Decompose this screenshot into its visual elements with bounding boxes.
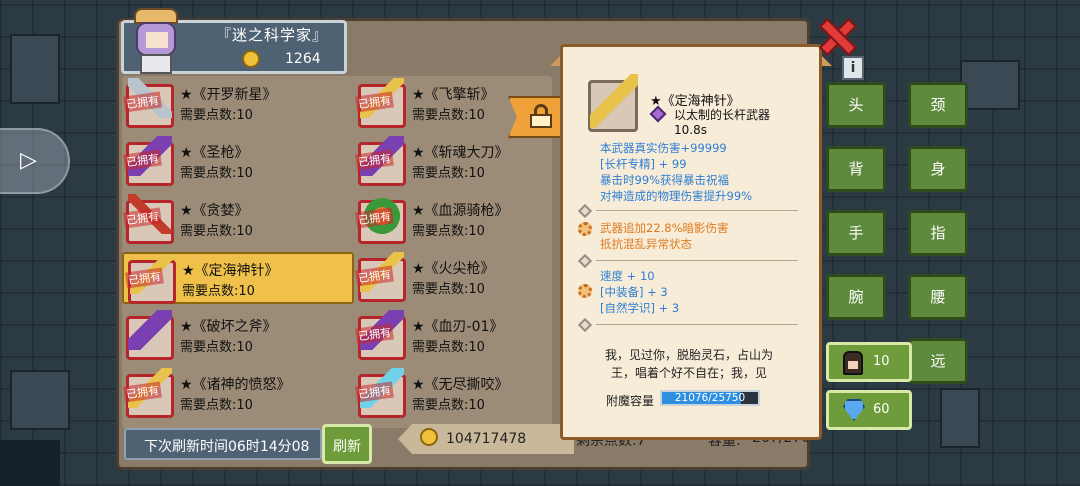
detail-stat: [中装备] + 3	[600, 285, 668, 299]
background-floor-grate	[0, 440, 60, 486]
item-card[interactable]: 已拥有 ★《定海神针》 需要点数:10	[122, 252, 354, 304]
info-icon[interactable]: i	[842, 56, 864, 80]
item-name: ★《定海神针》	[182, 263, 279, 279]
background-machine	[940, 388, 980, 448]
detail-speed: 10.8s	[674, 123, 707, 137]
item-card[interactable]: 已拥有 ★《诸神的愤怒》 需要点数:10	[122, 368, 354, 420]
item-cost: 需要点数:10	[180, 398, 253, 413]
item-name: ★《飞擎斩》	[412, 87, 495, 103]
equip-slot-neck[interactable]: 颈	[908, 82, 968, 128]
gear-icon	[578, 284, 592, 298]
item-card[interactable]: 已拥有 ★《无尽撕咬》 需要点数:10	[354, 368, 586, 420]
detail-stat: 抵抗混乱异常状态	[600, 237, 692, 251]
item-card[interactable]: 已拥有 ★《斩魂大刀》 需要点数:10	[354, 136, 586, 188]
close-icon[interactable]	[818, 18, 852, 52]
item-name: ★《无尽撕咬》	[412, 377, 509, 393]
player-title: 『迷之科学家』	[216, 26, 329, 44]
equip-slot-body[interactable]: 身	[908, 146, 968, 192]
characters-button[interactable]: 10	[826, 342, 912, 382]
item-name: ★《火尖枪》	[412, 261, 495, 277]
detail-stat: [长杆专精] + 99	[600, 157, 687, 171]
item-cost: 需要点数:10	[180, 108, 253, 123]
equip-slot-head[interactable]: 头	[826, 82, 886, 128]
item-cost: 需要点数:10	[182, 284, 255, 299]
item-name: ★《血刃-01》	[412, 319, 504, 335]
lock-icon	[530, 104, 552, 128]
item-name: ★《破坏之斧》	[180, 319, 277, 335]
item-cost: 需要点数:10	[412, 108, 485, 123]
divider	[596, 260, 798, 261]
equip-slot-wrist[interactable]: 腕	[826, 274, 886, 320]
weapon-icon	[128, 310, 172, 350]
detail-flavor-text: 我，见过你，脱胎灵石，占山为王，唱着个好不自在；我，见	[604, 348, 773, 380]
player-avatar	[128, 8, 184, 74]
item-card[interactable]: 已拥有 ★《贪婪》 需要点数:10	[122, 194, 354, 246]
item-card[interactable]: ★《破坏之斧》 需要点数:10	[122, 310, 354, 362]
detail-stat: 速度 + 10	[600, 269, 655, 283]
item-cost: 需要点数:10	[412, 224, 485, 239]
gear-icon	[578, 222, 592, 236]
diamond-icon	[843, 399, 865, 421]
divider	[596, 210, 798, 211]
gold-amount: 104717478	[446, 431, 527, 447]
item-name: ★《圣枪》	[180, 145, 249, 161]
item-cost: 需要点数:10	[412, 398, 485, 413]
item-cost: 需要点数:10	[180, 340, 253, 355]
enchant-value: 21076/25750	[674, 392, 746, 404]
enchant-capacity-bar: 21076/25750	[660, 390, 760, 406]
characters-count: 10	[873, 354, 890, 369]
item-name: ★《血源骑枪》	[412, 203, 509, 219]
player-points: 1264	[285, 51, 321, 67]
item-card[interactable]: 已拥有 ★《血源骑枪》 需要点数:10	[354, 194, 586, 246]
divider	[596, 324, 798, 325]
side-menu-icon: ▷	[20, 148, 37, 173]
item-card[interactable]: 已拥有 ★《血刃-01》 需要点数:10	[354, 310, 586, 362]
enchant-label: 附魔容量	[606, 394, 655, 408]
item-name: ★《开罗新星》	[180, 87, 277, 103]
item-cost: 需要点数:10	[412, 340, 485, 355]
item-cost: 需要点数:10	[412, 282, 485, 297]
item-cost: 需要点数:10	[180, 224, 253, 239]
coin-icon	[242, 50, 260, 68]
equip-slot-waist[interactable]: 腰	[908, 274, 968, 320]
item-card[interactable]: 已拥有 ★《开罗新星》 需要点数:10	[122, 78, 354, 130]
equip-slot-ranged[interactable]: 远	[908, 338, 968, 384]
item-name: ★《斩魂大刀》	[412, 145, 509, 161]
detail-stat: 武器追加22.8%暗影伤害	[600, 221, 729, 235]
gold-coin-icon	[420, 428, 438, 446]
background-cabinet	[10, 34, 60, 104]
equip-slot-finger[interactable]: 指	[908, 210, 968, 256]
staff-icon	[590, 74, 638, 128]
item-name: ★《贪婪》	[180, 203, 249, 219]
equip-slot-hand[interactable]: 手	[826, 210, 886, 256]
character-icon	[843, 351, 863, 375]
detail-stat: 本武器真实伤害+99999	[600, 141, 727, 155]
equip-slot-back[interactable]: 背	[826, 146, 886, 192]
detail-stat: 暴击时99%获得暴击祝福	[600, 173, 730, 187]
item-cost: 需要点数:10	[412, 166, 485, 181]
refresh-button[interactable]: 刷新	[322, 424, 372, 464]
detail-stat: 对神造成的物理伤害提升99%	[600, 189, 753, 203]
background-shelf	[960, 60, 1020, 110]
item-card[interactable]: 已拥有 ★《火尖枪》 需要点数:10	[354, 252, 586, 304]
gems-count: 60	[873, 402, 890, 417]
item-card[interactable]: 已拥有 ★《圣枪》 需要点数:10	[122, 136, 354, 188]
detail-type: 以太制的长杆武器	[674, 108, 771, 122]
gems-button[interactable]: 60	[826, 390, 912, 430]
refresh-timer: 下次刷新时间06时14分08	[124, 428, 322, 460]
side-menu-toggle[interactable]: ▷	[0, 128, 70, 194]
detail-stat: [自然学识] + 3	[600, 301, 680, 315]
background-crate	[10, 370, 70, 430]
item-name: ★《诸神的愤怒》	[180, 377, 291, 393]
item-cost: 需要点数:10	[180, 166, 253, 181]
